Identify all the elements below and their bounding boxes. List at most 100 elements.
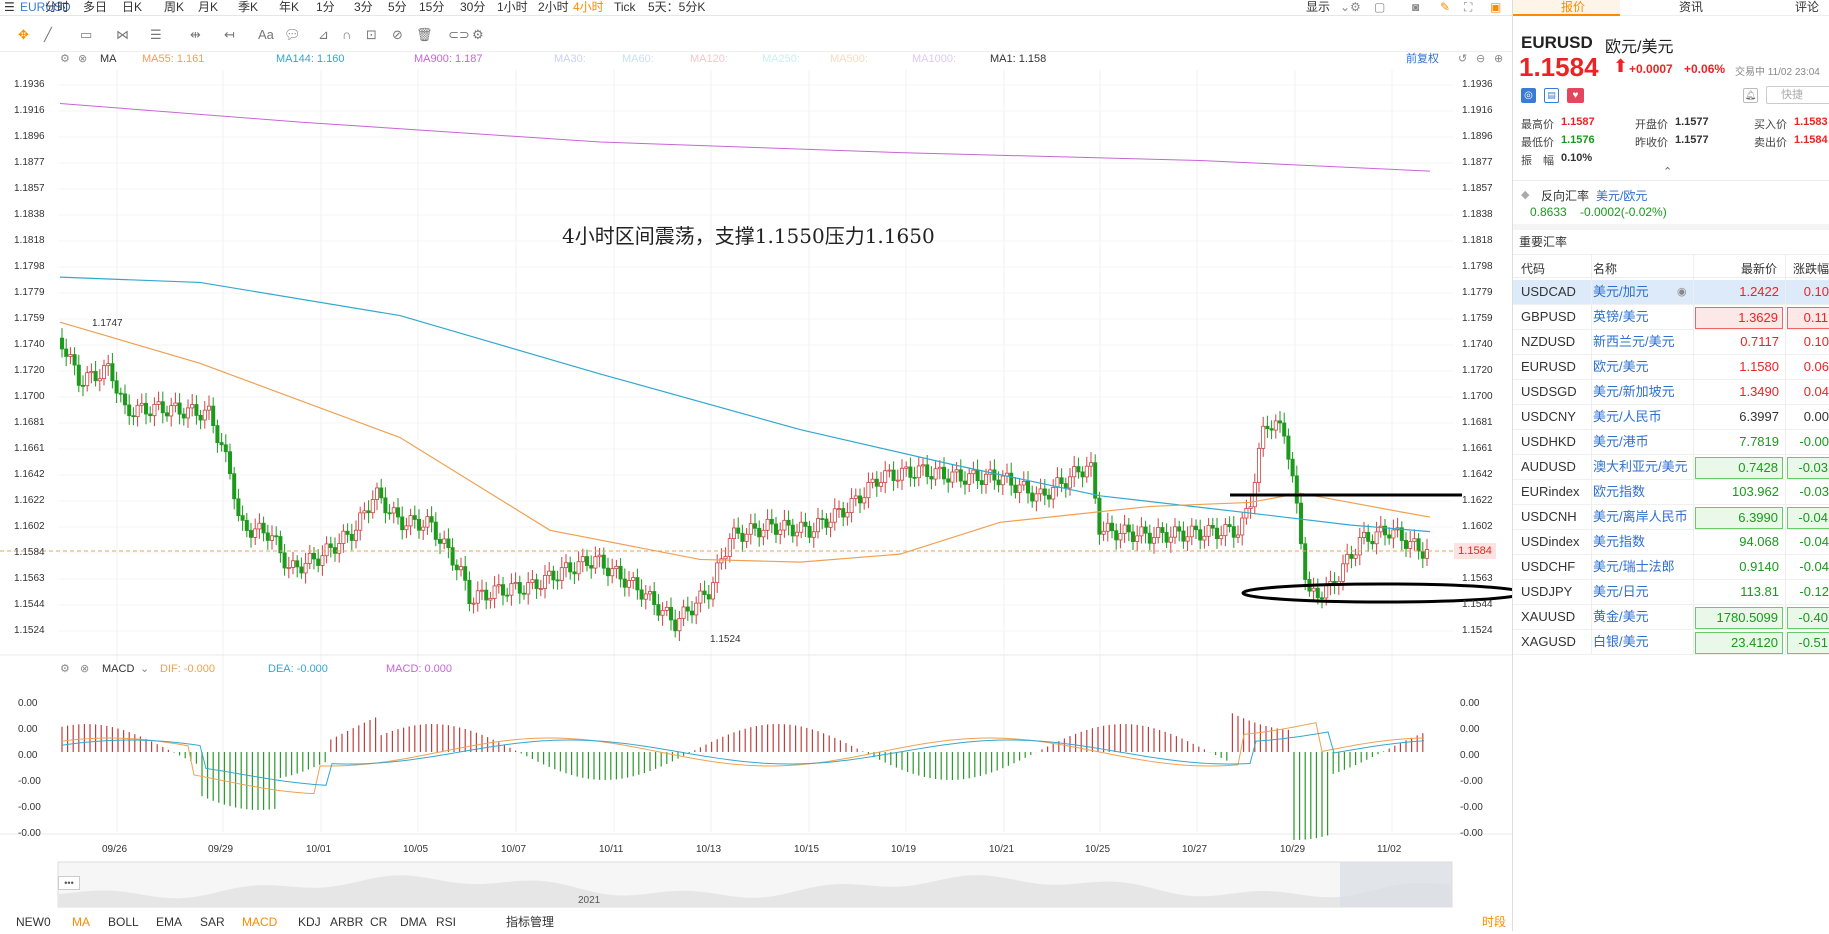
table-row[interactable]: USDindex 美元指数 94.068 -0.04 [1513,530,1829,555]
period-16[interactable]: 5天：5分K [648,0,705,15]
table-row[interactable]: USDHKD 美元/港币 7.7819 -0.00 [1513,430,1829,455]
comment-icon[interactable]: 💬︎ [284,27,301,43]
lock-icon[interactable]: ⊡ [366,27,377,43]
row-name[interactable]: 美元/港币 [1593,430,1689,454]
period-11[interactable]: 30分 [460,0,485,15]
ma-legend-item[interactable]: MA900: 1.187 [414,52,483,66]
ma-legend-item[interactable]: MA250: [762,52,800,66]
indicator-tab[interactable]: RSI [436,915,456,929]
chevron-down-icon[interactable]: ⌄ [1340,0,1350,15]
document-icon[interactable]: ▤ [1544,88,1559,103]
panel-toggle-icon[interactable]: ▣ [1490,0,1501,15]
row-name[interactable]: 黄金/美元 [1593,605,1689,629]
watch-icon[interactable]: ◉ [1677,280,1687,304]
period-7[interactable]: 1分 [316,0,335,15]
indicator-tab[interactable]: DMA [400,915,427,929]
bell-icon[interactable]: 🔔︎ [1743,88,1758,103]
row-name[interactable]: 美元/日元 [1593,580,1689,604]
period-1[interactable]: 多日 [83,0,107,15]
table-row[interactable]: AUDUSD 澳大利亚元/美元 0.7428 -0.03 [1513,455,1829,480]
row-name[interactable]: 美元/新加坡元 [1593,380,1689,404]
table-row[interactable]: USDSGD 美元/新加坡元 1.3490 0.04 [1513,380,1829,405]
tab-news[interactable]: 资讯 [1679,0,1703,15]
text-tool-icon[interactable]: Aa [258,27,274,43]
globe-icon[interactable]: ◎ [1521,88,1536,103]
period-6[interactable]: 年K [279,0,299,15]
table-row[interactable]: USDCHF 美元/瑞士法郎 0.9140 -0.04 [1513,555,1829,580]
indicator-tab[interactable]: MACD [242,915,277,929]
period-13[interactable]: 2小时 [538,0,569,15]
link-icon[interactable]: ⊂⊃ [448,27,470,43]
line-tool-icon[interactable]: ╱ [44,27,52,43]
zoom-in-icon[interactable]: ⊕ [1494,52,1503,66]
tab-quote[interactable]: 报价 [1561,0,1585,15]
settings-icon[interactable]: ⚙ [472,27,484,43]
ma-legend-item[interactable]: MA1: 1.158 [990,52,1046,66]
symbol-menu-icon[interactable]: ☰ [4,0,15,15]
tab-comments[interactable]: 评论 [1795,0,1819,15]
more-link[interactable]: 时段 [1482,915,1506,929]
camera-icon[interactable]: ◙ [1412,0,1419,15]
gear-icon[interactable]: ⚙ [60,662,70,676]
ruler-icon[interactable]: ⊿ [318,27,329,43]
ma-legend-item[interactable]: MA55: 1.161 [142,52,204,66]
chevron-down-icon[interactable]: ⌄ [140,662,149,676]
ma-legend-item[interactable]: MA144: 1.160 [276,52,345,66]
period-3[interactable]: 周K [164,0,184,15]
ma-legend-item[interactable]: MA30: [554,52,586,66]
row-name[interactable]: 澳大利亚元/美元 [1593,455,1689,479]
table-row[interactable]: EURindex 欧元指数 103.962 -0.03 [1513,480,1829,505]
indicator-tab[interactable]: BOLL [108,915,139,929]
measure-tool-icon[interactable]: ⇹ [190,27,201,43]
period-5[interactable]: 季K [238,0,258,15]
pattern-tool-icon[interactable]: ⋈ [116,27,129,43]
indicator-tab[interactable]: ARBR [330,915,363,929]
ma-legend-item[interactable]: MA500: [830,52,868,66]
gear-icon[interactable]: ⚙ [60,52,70,66]
arrow-tool-icon[interactable]: ↤ [224,27,235,43]
period-10[interactable]: 15分 [419,0,444,15]
close-icon[interactable]: ⊗ [78,52,87,66]
period-9[interactable]: 5分 [388,0,407,15]
table-row[interactable]: EURUSD 欧元/美元 1.1580 0.06 [1513,355,1829,380]
table-row[interactable]: XAUUSD 黄金/美元 1780.5099 -0.40 [1513,605,1829,630]
table-row[interactable]: USDJPY 美元/日元 113.81 -0.12 [1513,580,1829,605]
trash-icon[interactable]: 🗑︎ [416,27,433,43]
ma-legend-item[interactable]: MA1000: [912,52,956,66]
table-row[interactable]: GBPUSD 英镑/美元 1.3629 0.11 [1513,305,1829,330]
period-14[interactable]: 4小时 [573,0,604,15]
indicator-tab[interactable]: KDJ [298,915,321,929]
row-name[interactable]: 英镑/美元 [1593,305,1689,329]
table-row[interactable]: XAGUSD 白银/美元 23.4120 -0.51 [1513,630,1829,655]
reverse-pair[interactable]: 美元/欧元 [1596,187,1647,204]
reset-icon[interactable]: ↺ [1458,52,1467,66]
collapse-chevron-icon[interactable]: ⌃ [1663,165,1672,178]
period-0[interactable]: 分时 [45,0,69,15]
pencil-icon[interactable]: ✎ [1440,0,1450,15]
eye-off-icon[interactable]: ⊘ [392,27,403,43]
table-row[interactable]: USDCNH 美元/离岸人民币 6.3990 -0.04 [1513,505,1829,530]
prev-adjust-link[interactable]: 前复权 [1406,52,1439,66]
table-row[interactable]: USDCAD 美元/加元 ◉ 1.2422 0.10 [1513,280,1829,305]
period-15[interactable]: Tick [614,0,636,15]
row-name[interactable]: 欧元指数 [1593,480,1689,504]
gear-icon[interactable]: ⚙ [1350,0,1361,15]
heart-icon[interactable]: ♥ [1567,88,1584,103]
table-row[interactable]: USDCNY 美元/人民币 6.3997 0.00 [1513,405,1829,430]
row-name[interactable]: 欧元/美元 [1593,355,1689,379]
indicator-tab[interactable]: EMA [156,915,182,929]
fib-tool-icon[interactable]: ☰ [150,27,162,43]
display-menu[interactable]: 显示 [1306,0,1330,15]
row-name[interactable]: 美元/瑞士法郎 [1593,555,1689,579]
close-icon[interactable]: ⊗ [80,662,89,676]
navigator-menu-button[interactable]: ••• [58,876,80,890]
indicator-tab[interactable]: MA [72,915,90,929]
period-12[interactable]: 1小时 [497,0,528,15]
indicator-tab[interactable]: SAR [200,915,225,929]
quick-search-input[interactable]: 快捷 [1766,86,1829,104]
row-name[interactable]: 新西兰元/美元 [1593,330,1689,354]
row-name[interactable]: 美元/离岸人民币 [1593,505,1689,529]
row-name[interactable]: 美元指数 [1593,530,1689,554]
table-row[interactable]: NZDUSD 新西兰元/美元 0.7117 0.10 [1513,330,1829,355]
crosshair-cursor-icon[interactable]: ✥ [18,27,29,43]
